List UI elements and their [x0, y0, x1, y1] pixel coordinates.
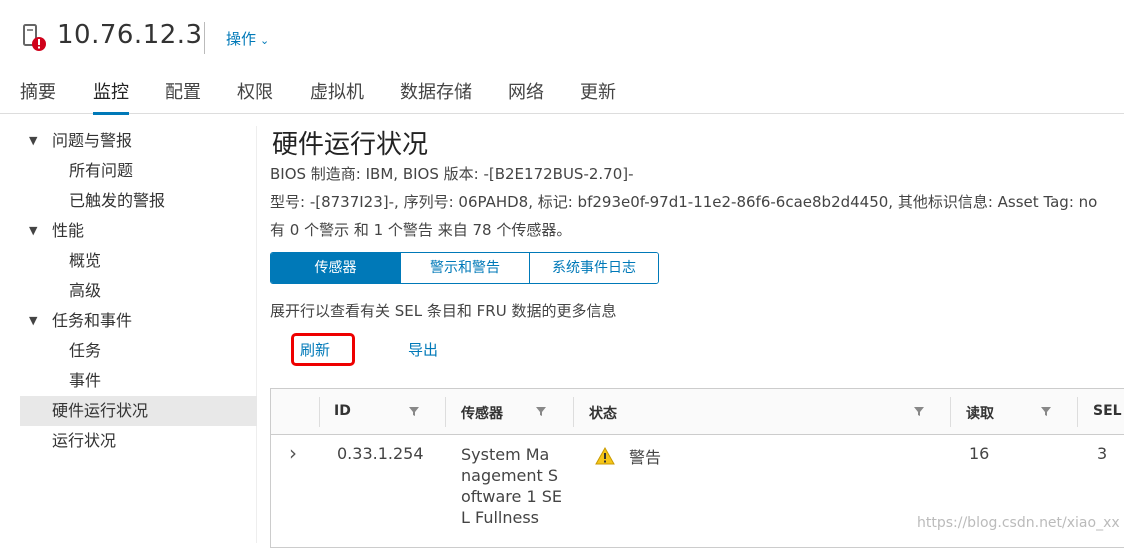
cell-sensor-line: nagement S [461, 466, 559, 485]
sidebar-item-label: 任务和事件 [52, 311, 133, 330]
cell-sensor-line: System Ma [461, 445, 550, 464]
filter-icon[interactable] [913, 405, 925, 417]
cell-reading: 16 [969, 444, 990, 463]
sidebar-item-label: 任务 [69, 341, 102, 360]
table-header: ID 传感器 状态 读取 SEL [271, 389, 1124, 435]
object-tabs: 摘要 监控 配置 权限 虚拟机 数据存储 网络 更新 [0, 72, 1124, 115]
sidebar-item-label: 性能 [52, 221, 85, 240]
caret-down-icon: ▼ [29, 134, 38, 147]
column-separator [950, 397, 951, 427]
sidebar-item-label: 所有问题 [69, 161, 134, 180]
sidebar-item-label: 硬件运行状况 [52, 401, 149, 420]
model-info: 型号: -[8737I23]-, 序列号: 06PAHD8, 标记: bf293… [270, 193, 1098, 211]
column-separator [1077, 397, 1078, 427]
tab-vms[interactable]: 虚拟机 [310, 78, 364, 112]
segment-sensors[interactable]: 传感器 [271, 253, 400, 283]
host-title: 10.76.12.3 [57, 20, 203, 50]
sidebar-item-label: 高级 [69, 281, 102, 300]
sidebar-item-all-issues[interactable]: 所有问题 [20, 156, 257, 186]
column-header-id[interactable]: ID [334, 403, 351, 419]
page-title: 硬件运行状况 [272, 130, 429, 160]
cell-id: 0.33.1.254 [337, 444, 424, 463]
filter-icon[interactable] [408, 405, 420, 417]
refresh-button[interactable]: 刷新 [300, 339, 330, 360]
sidebar-item-hardware-health[interactable]: 硬件运行状况 [20, 396, 257, 426]
filter-icon[interactable] [535, 405, 547, 417]
sidebar-item-tasks[interactable]: 任务 [20, 336, 257, 366]
column-header-sensor[interactable]: 传感器 [461, 403, 503, 423]
column-separator [319, 397, 320, 427]
monitor-sidebar: ▼ 问题与警报 所有问题 已触发的警报 ▼ 性能 概览 高级 ▼ 任务和事件 任… [20, 126, 257, 543]
cell-status: 警告 [629, 448, 662, 467]
actions-menu[interactable]: 操作 ⌄ [226, 28, 269, 49]
chevron-down-icon: ⌄ [260, 34, 270, 47]
sidebar-item-advanced[interactable]: 高级 [20, 276, 257, 306]
caret-down-icon: ▼ [29, 224, 38, 237]
bios-info: BIOS 制造商: IBM, BIOS 版本: -[B2E172BUS-2.70… [270, 165, 634, 183]
view-switcher: 传感器 警示和警告 系统事件日志 [270, 252, 659, 284]
cell-sensor-line: oftware 1 SE [461, 487, 562, 506]
segment-alerts-warnings[interactable]: 警示和警告 [400, 253, 529, 283]
sensor-summary: 有 0 个警示 和 1 个警告 来自 78 个传感器。 [270, 221, 572, 239]
top-bar: 10.76.12.3 操作 ⌄ [0, 0, 1124, 72]
cell-sel: 3 [1097, 444, 1108, 463]
tab-networks[interactable]: 网络 [508, 78, 544, 112]
sidebar-group-issues-alarms[interactable]: ▼ 问题与警报 [20, 126, 257, 156]
tab-summary[interactable]: 摘要 [20, 78, 56, 112]
column-separator [573, 397, 574, 427]
host-alert-icon [23, 24, 46, 51]
sidebar-item-health[interactable]: 运行状况 [20, 426, 257, 456]
tab-permissions[interactable]: 权限 [237, 78, 273, 112]
filter-icon[interactable] [1040, 405, 1052, 417]
expand-row-icon[interactable]: › [289, 441, 297, 465]
tab-configure[interactable]: 配置 [165, 78, 201, 112]
column-header-sel[interactable]: SEL [1093, 403, 1122, 419]
export-button[interactable]: 导出 [408, 339, 438, 360]
column-header-status[interactable]: 状态 [589, 403, 617, 423]
sidebar-item-label: 问题与警报 [52, 131, 133, 150]
sidebar-item-label: 已触发的警报 [69, 191, 166, 210]
sidebar-item-triggered-alarms[interactable]: 已触发的警报 [20, 186, 257, 216]
tab-monitor[interactable]: 监控 [93, 78, 129, 115]
watermark: https://blog.csdn.net/xiao_xx [917, 515, 1120, 531]
sidebar-item-events[interactable]: 事件 [20, 366, 257, 396]
sidebar-group-tasks-events[interactable]: ▼ 任务和事件 [20, 306, 257, 336]
sidebar-item-overview[interactable]: 概览 [20, 246, 257, 276]
caret-down-icon: ▼ [29, 314, 38, 327]
actions-label: 操作 [226, 30, 257, 48]
cell-sensor: System Ma nagement S oftware 1 SE L Full… [461, 444, 571, 528]
sidebar-item-label: 概览 [69, 251, 102, 270]
tab-datastores[interactable]: 数据存储 [400, 78, 472, 112]
sidebar-item-label: 事件 [69, 371, 102, 390]
tab-updates[interactable]: 更新 [580, 78, 616, 112]
cell-sensor-line: L Fullness [461, 508, 540, 527]
sidebar-item-label: 运行状况 [52, 431, 117, 450]
hardware-health-panel: 硬件运行状况 BIOS 制造商: IBM, BIOS 版本: -[B2E172B… [270, 114, 1124, 548]
segment-system-event-log[interactable]: 系统事件日志 [529, 253, 658, 283]
header-divider [204, 22, 205, 54]
column-separator [445, 397, 446, 427]
sidebar-group-performance[interactable]: ▼ 性能 [20, 216, 257, 246]
expand-hint: 展开行以查看有关 SEL 条目和 FRU 数据的更多信息 [270, 302, 617, 320]
warning-icon [595, 447, 615, 465]
column-header-reading[interactable]: 读取 [966, 403, 994, 423]
